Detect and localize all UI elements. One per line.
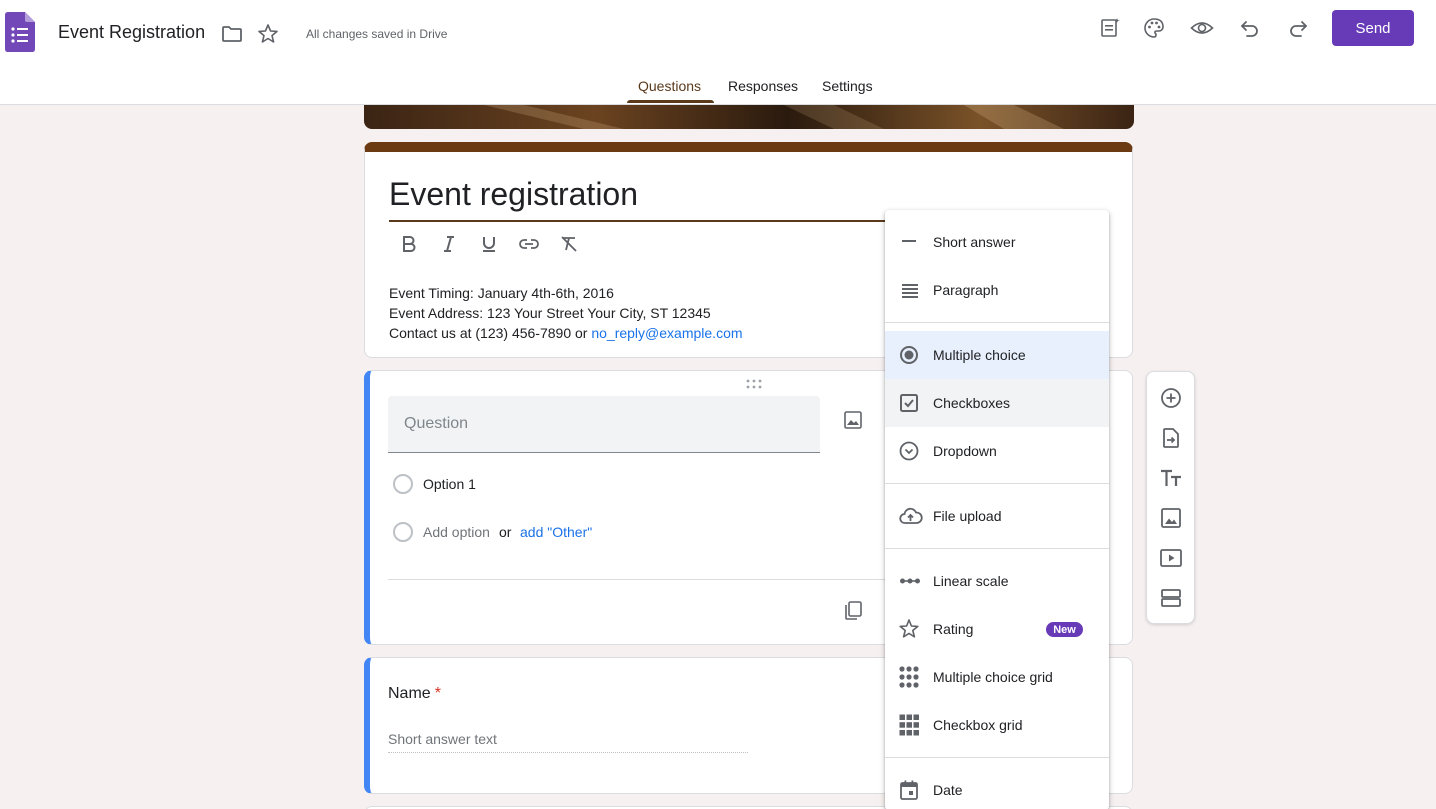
add-image-icon[interactable] [1159, 506, 1183, 530]
mc-grid-icon [899, 666, 919, 688]
doc-title[interactable]: Event Registration [58, 22, 205, 43]
menu-item-label: File upload [933, 508, 1002, 524]
app-header: Event Registration All changes saved in … [0, 0, 1436, 105]
preview-eye-icon[interactable] [1190, 16, 1214, 40]
add-section-icon[interactable] [1159, 586, 1183, 610]
menu-divider [885, 322, 1109, 323]
menu-item-short-answer[interactable]: Short answer [885, 218, 1109, 266]
paragraph-icon [902, 284, 918, 298]
menu-item-file-upload[interactable]: File upload [885, 492, 1109, 540]
short-answer-placeholder: Short answer text [388, 731, 497, 747]
banner-texture [484, 105, 1064, 129]
clear-format-icon[interactable] [559, 234, 579, 254]
add-image-icon[interactable] [842, 409, 864, 431]
description-timing: Event Timing: January 4th-6th, 2016 [389, 285, 614, 301]
menu-item-label: Dropdown [933, 443, 997, 459]
menu-item-rating[interactable]: Rating New [885, 605, 1109, 653]
tab-responses[interactable]: Responses [728, 78, 798, 94]
name-question-text: Name [388, 685, 431, 702]
menu-divider [885, 757, 1109, 758]
menu-item-label: Checkbox grid [933, 717, 1023, 733]
or-text: or [499, 524, 512, 540]
cloud-upload-icon [899, 507, 923, 524]
duplicate-icon[interactable] [842, 599, 864, 621]
add-other-link[interactable]: add "Other" [520, 524, 592, 540]
form-title[interactable]: Event registration [389, 176, 638, 213]
palette-icon[interactable] [1142, 16, 1166, 40]
save-status: All changes saved in Drive [306, 27, 448, 41]
menu-item-label: Multiple choice grid [933, 669, 1053, 685]
tab-settings[interactable]: Settings [822, 78, 873, 94]
menu-divider [885, 483, 1109, 484]
send-button[interactable]: Send [1332, 10, 1414, 46]
new-badge: New [1046, 622, 1083, 637]
menu-item-label: Rating [933, 621, 974, 637]
menu-divider [885, 548, 1109, 549]
menu-item-linear-scale[interactable]: Linear scale [885, 557, 1109, 605]
linear-scale-icon [900, 578, 920, 584]
header-banner-image [364, 105, 1134, 129]
menu-item-date[interactable]: Date [885, 766, 1109, 809]
folder-icon[interactable] [220, 22, 244, 46]
italic-icon[interactable] [439, 234, 459, 254]
link-icon[interactable] [519, 234, 539, 254]
add-question-icon[interactable] [1159, 386, 1183, 410]
description-contact: Contact us at (123) 456-7890 or no_reply… [389, 325, 743, 341]
star-outline-icon [899, 619, 919, 638]
question-placeholder: Question [404, 415, 469, 432]
menu-item-checkboxes[interactable]: Checkboxes [885, 379, 1109, 427]
menu-item-paragraph[interactable]: Paragraph [885, 266, 1109, 314]
menu-item-multiple-choice-grid[interactable]: Multiple choice grid [885, 653, 1109, 701]
menu-item-dropdown[interactable]: Dropdown [885, 427, 1109, 475]
menu-item-label: Multiple choice [933, 347, 1026, 363]
tab-questions[interactable]: Questions [638, 78, 701, 94]
contact-email-link[interactable]: no_reply@example.com [591, 325, 742, 341]
floating-toolbar [1146, 371, 1195, 624]
add-video-icon[interactable] [1159, 546, 1183, 570]
title-underline [389, 220, 889, 222]
bold-icon[interactable] [399, 234, 419, 254]
required-asterisk: * [434, 685, 441, 702]
import-questions-icon[interactable] [1159, 426, 1183, 450]
checkbox-grid-icon [899, 714, 919, 736]
drag-handle-icon[interactable] [745, 379, 763, 389]
menu-item-checkbox-grid[interactable]: Checkbox grid [885, 701, 1109, 749]
underline-icon[interactable] [479, 234, 499, 254]
option-1-label[interactable]: Option 1 [423, 476, 476, 492]
forms-logo-icon[interactable] [5, 12, 35, 52]
menu-item-label: Date [933, 782, 963, 798]
checkbox-icon [900, 394, 918, 412]
option-1-radio [393, 474, 413, 494]
menu-item-label: Linear scale [933, 573, 1009, 589]
menu-item-label: Paragraph [933, 282, 999, 298]
dropdown-icon [899, 441, 919, 461]
short-answer-icon [902, 240, 916, 242]
short-answer-underline [388, 752, 748, 753]
question-type-menu[interactable]: Short answer Paragraph Multiple choice C… [885, 210, 1109, 809]
add-option-radio [393, 522, 413, 542]
name-question-label: Name * [388, 685, 441, 703]
question-title-input[interactable]: Question [388, 396, 820, 453]
undo-icon[interactable] [1238, 16, 1262, 40]
description-address: Event Address: 123 Your Street Your City… [389, 305, 711, 321]
add-option-link[interactable]: Add option [423, 524, 490, 540]
menu-item-label: Checkboxes [933, 395, 1011, 411]
menu-item-multiple-choice[interactable]: Multiple choice [885, 331, 1109, 379]
addon-icon[interactable] [1098, 16, 1122, 40]
active-tab-indicator [627, 100, 714, 103]
description-contact-text: Contact us at (123) 456-7890 or [389, 325, 592, 341]
calendar-icon [900, 780, 918, 800]
redo-icon[interactable] [1286, 16, 1310, 40]
star-icon[interactable] [256, 22, 280, 46]
menu-item-label: Short answer [933, 234, 1016, 250]
add-title-icon[interactable] [1159, 466, 1183, 490]
radio-icon [900, 346, 918, 364]
